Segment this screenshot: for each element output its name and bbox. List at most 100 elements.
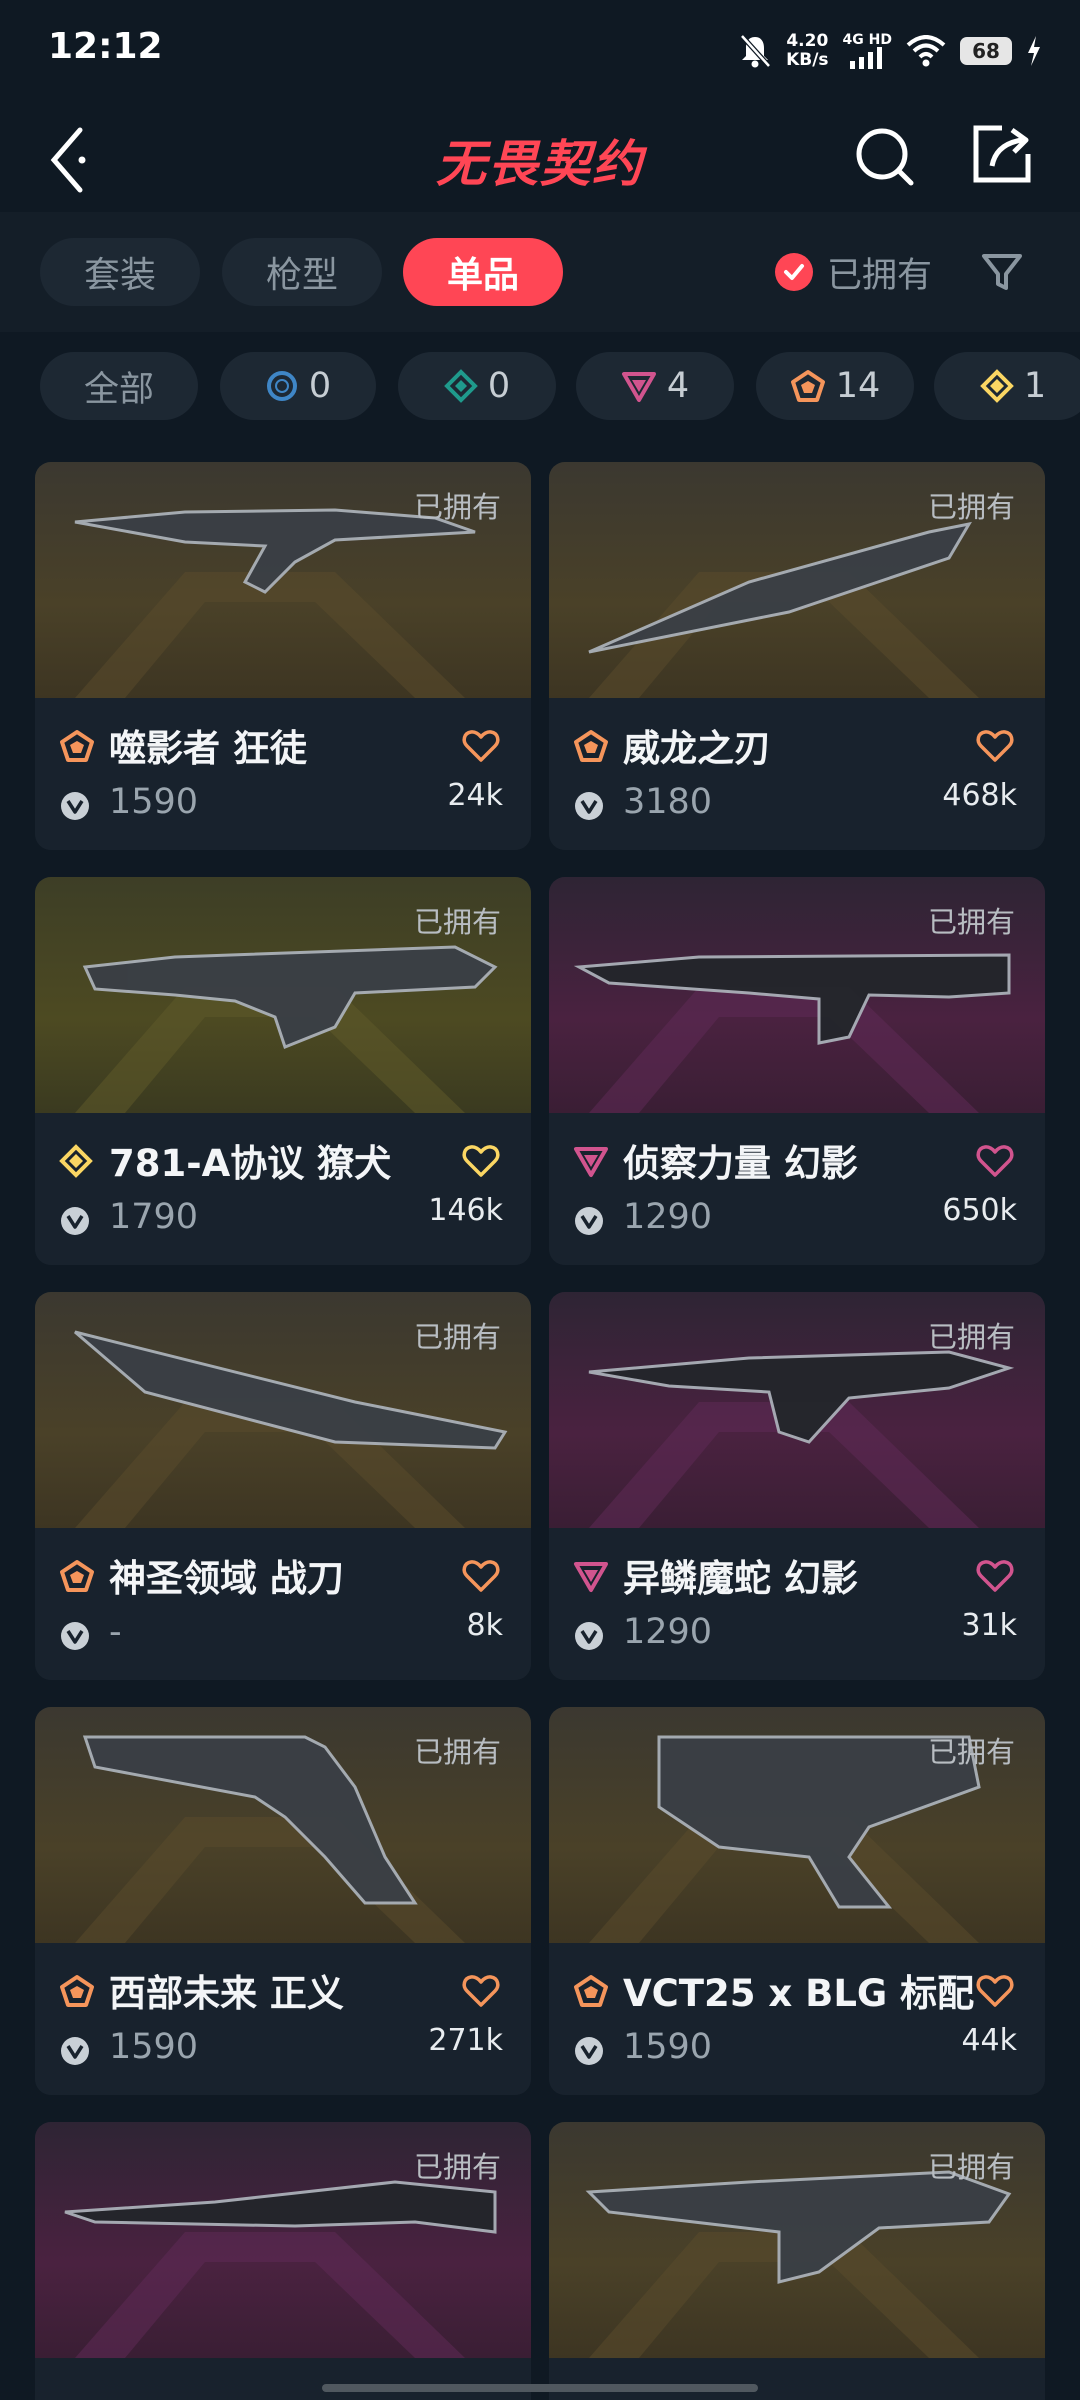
vp-currency-icon bbox=[61, 1622, 89, 1650]
skin-card[interactable]: 已拥有 神圣领域 战刀 - 8k bbox=[35, 1292, 531, 1680]
owned-tag: 已拥有 bbox=[413, 905, 501, 939]
rarity-tier-icon bbox=[60, 730, 94, 762]
skin-info: 威龙之刃 3180 468k bbox=[549, 698, 1045, 850]
owned-filter-toggle[interactable]: 已拥有 bbox=[775, 246, 932, 298]
rarity-tier-icon bbox=[574, 1147, 608, 1177]
exclusive-tier-icon bbox=[790, 370, 825, 402]
heart-icon[interactable] bbox=[975, 1141, 1015, 1181]
skin-image: 已拥有 bbox=[549, 462, 1045, 698]
battery-indicator: 68 bbox=[960, 37, 1012, 65]
skin-card[interactable]: 已拥有 威龙之刃 3180 468k bbox=[549, 462, 1045, 850]
heart-icon[interactable] bbox=[461, 1971, 501, 2011]
clock: 12:12 bbox=[48, 26, 163, 67]
app-header: 无畏契约 bbox=[0, 100, 1080, 212]
skin-image: 已拥有 bbox=[35, 1292, 531, 1528]
chip-select-count: 0 bbox=[308, 366, 332, 406]
home-indicator[interactable] bbox=[322, 2384, 758, 2392]
heart-icon[interactable] bbox=[975, 1971, 1015, 2011]
chip-premium-count: 4 bbox=[666, 366, 690, 406]
mute-bell-icon bbox=[740, 34, 771, 68]
skin-name: 噬影者 狂徒 bbox=[109, 727, 307, 770]
signal-bars-icon bbox=[850, 47, 883, 69]
vp-currency-icon bbox=[575, 2037, 603, 2065]
vp-currency-icon bbox=[61, 1207, 89, 1235]
checkmark-icon bbox=[775, 253, 813, 291]
chip-exclusive-count: 14 bbox=[835, 366, 881, 406]
chip-all-label: 全部 bbox=[83, 369, 154, 410]
heart-icon[interactable] bbox=[975, 1556, 1015, 1596]
heart-icon[interactable] bbox=[461, 1141, 501, 1181]
owned-tag: 已拥有 bbox=[927, 1320, 1015, 1354]
skin-price: 1590 bbox=[109, 2027, 199, 2067]
owned-tag: 已拥有 bbox=[927, 905, 1015, 939]
skin-info: 西部未来 正义 1590 271k bbox=[35, 1943, 531, 2095]
rarity-tier-icon bbox=[574, 1975, 608, 2007]
skin-image: 已拥有 bbox=[549, 1707, 1045, 1943]
search-button[interactable] bbox=[845, 114, 925, 194]
chip-all[interactable]: 全部 bbox=[40, 352, 198, 420]
chip-ultra[interactable]: 1 bbox=[934, 352, 1080, 420]
like-count: 468k bbox=[942, 778, 1017, 813]
deluxe-tier-icon bbox=[444, 369, 478, 403]
skin-card[interactable]: 已拥有 西部未来 正义 1590 271k bbox=[35, 1707, 531, 2095]
vp-currency-icon bbox=[61, 792, 89, 820]
skin-price: 3180 bbox=[623, 782, 713, 822]
rarity-tier-icon bbox=[574, 1562, 608, 1592]
owned-tag: 已拥有 bbox=[927, 1735, 1015, 1769]
skin-name: 781-A协议 獠犬 bbox=[109, 1142, 392, 1185]
owned-filter-label: 已拥有 bbox=[827, 255, 933, 296]
ultra-tier-icon bbox=[980, 369, 1014, 403]
rarity-tier-icon bbox=[574, 730, 608, 762]
skin-card[interactable]: 已拥有 bbox=[549, 2122, 1045, 2400]
skin-name: 西部未来 正义 bbox=[109, 1972, 344, 2015]
owned-tag: 已拥有 bbox=[413, 490, 501, 524]
tab-bundles[interactable]: 套装 bbox=[40, 238, 200, 306]
vp-currency-icon bbox=[575, 1622, 603, 1650]
skin-price: 1790 bbox=[109, 1197, 199, 1237]
skin-image: 已拥有 bbox=[35, 1707, 531, 1943]
chip-exclusive[interactable]: 14 bbox=[756, 352, 914, 420]
owned-tag: 已拥有 bbox=[413, 1735, 501, 1769]
vp-currency-icon bbox=[575, 792, 603, 820]
skin-card[interactable]: 已拥有 VCT25 x BLG 标配 1590 44k bbox=[549, 1707, 1045, 2095]
rarity-tier-icon bbox=[60, 1560, 94, 1592]
skin-card[interactable]: 已拥有 侦察力量 幻影 1290 650k bbox=[549, 877, 1045, 1265]
skin-image: 已拥有 bbox=[549, 877, 1045, 1113]
premium-tier-icon bbox=[621, 372, 656, 402]
skin-image: 已拥有 bbox=[549, 1292, 1045, 1528]
skin-card[interactable]: 已拥有 bbox=[35, 2122, 531, 2400]
share-icon bbox=[973, 125, 1031, 183]
share-button[interactable] bbox=[962, 114, 1042, 194]
skin-price: 1290 bbox=[623, 1612, 713, 1652]
heart-icon[interactable] bbox=[975, 726, 1015, 766]
owned-tag: 已拥有 bbox=[927, 2150, 1015, 2184]
select-tier-icon bbox=[266, 371, 297, 401]
like-count: 146k bbox=[428, 1193, 503, 1228]
skin-info: VCT25 x BLG 标配 1590 44k bbox=[549, 1943, 1045, 2095]
skin-price: 1290 bbox=[623, 1197, 713, 1237]
heart-icon[interactable] bbox=[461, 1556, 501, 1596]
skin-card[interactable]: 已拥有 噬影者 狂徒 1590 24k bbox=[35, 462, 531, 850]
vp-currency-icon bbox=[61, 2037, 89, 2065]
skin-info: 781-A协议 獠犬 1790 146k bbox=[35, 1113, 531, 1265]
skin-info: 侦察力量 幻影 1290 650k bbox=[549, 1113, 1045, 1265]
filter-button[interactable] bbox=[976, 246, 1028, 298]
like-count: 31k bbox=[961, 1608, 1017, 1643]
owned-tag: 已拥有 bbox=[413, 1320, 501, 1354]
charging-bolt-icon bbox=[1028, 36, 1040, 66]
like-count: 24k bbox=[447, 778, 503, 813]
tab-weapon-types[interactable]: 枪型 bbox=[222, 238, 382, 306]
heart-icon[interactable] bbox=[461, 726, 501, 766]
tab-items[interactable]: 单品 bbox=[403, 238, 563, 306]
skin-card[interactable]: 已拥有 781-A协议 獠犬 1790 146k bbox=[35, 877, 531, 1265]
like-count: 44k bbox=[961, 2023, 1017, 2058]
chip-select[interactable]: 0 bbox=[220, 352, 376, 420]
skin-price: - bbox=[109, 1612, 122, 1652]
skin-card[interactable]: 已拥有 异鳞魔蛇 幻影 1290 31k bbox=[549, 1292, 1045, 1680]
chip-premium[interactable]: 4 bbox=[576, 352, 734, 420]
like-count: 8k bbox=[466, 1608, 503, 1643]
chip-deluxe[interactable]: 0 bbox=[398, 352, 556, 420]
status-bar: 12:12 4.20 KB/s 4G HD 68 bbox=[0, 0, 1080, 100]
funnel-icon bbox=[982, 254, 1022, 290]
rarity-filter-row: 全部 0 0 4 14 1 bbox=[0, 332, 1080, 452]
